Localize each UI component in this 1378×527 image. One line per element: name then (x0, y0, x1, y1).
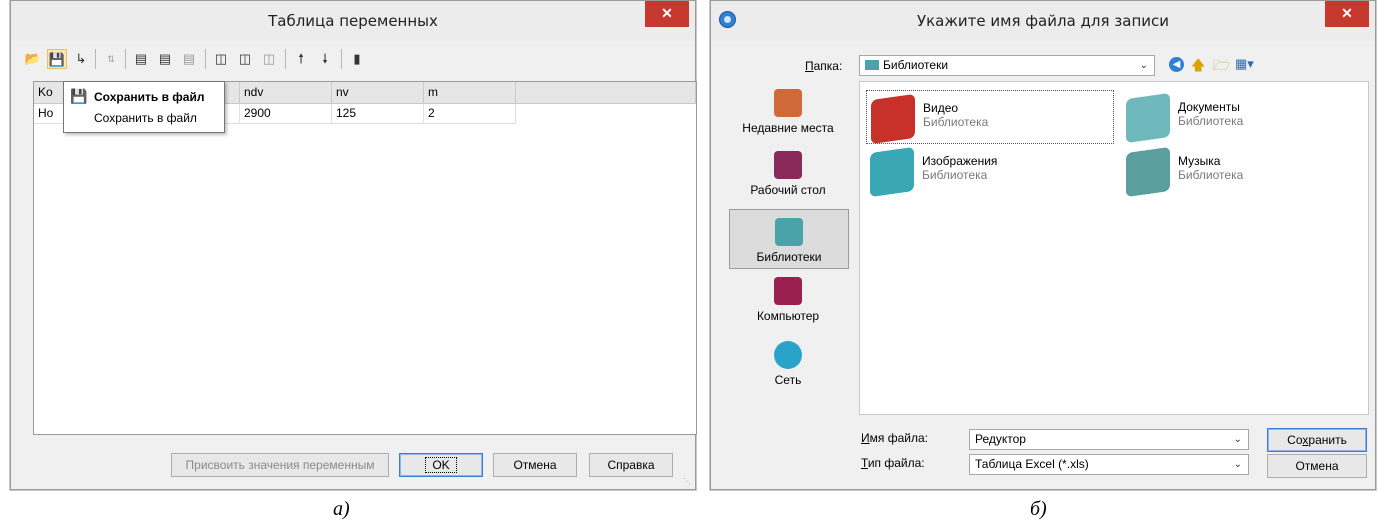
save-file-dialog: Укажите имя файла для записи ✕ Папка: Би… (710, 0, 1376, 490)
sort-icon[interactable]: ⇅ (101, 49, 121, 69)
libraries-icon (775, 218, 803, 246)
save-tooltip: 💾 Сохранить в файл Сохранить в файл (63, 81, 225, 133)
resize-grip[interactable]: ⋱ (683, 477, 691, 486)
column-header-empty (516, 82, 696, 104)
caption-b: б) (1030, 498, 1047, 520)
place-network[interactable]: Сеть (735, 341, 841, 397)
network-icon (774, 341, 802, 369)
computer-icon (774, 277, 802, 305)
assign-values-button[interactable]: Присвоить значения переменным (171, 453, 389, 477)
new-folder-icon[interactable]: 🗁 (1213, 55, 1230, 79)
window-title: Укажите имя файла для записи (916, 12, 1170, 30)
place-desktop[interactable]: Рабочий стол (735, 151, 841, 207)
add-row-icon[interactable]: ▤ (155, 49, 175, 69)
cancel-button[interactable]: Отмена (1267, 454, 1367, 478)
move-down-icon[interactable]: 🠗 (315, 49, 335, 69)
toolbar: 📂 💾 ↳ ⇅ ▤ ▤ ▤ ◫ ◫ ◫ 🠕 🠗 ▮ (19, 45, 687, 75)
list-item[interactable]: Видео Библиотека (866, 90, 1114, 145)
delete-row-icon[interactable]: ▤ (179, 49, 199, 69)
toolbar-separator (125, 49, 126, 69)
open-icon[interactable]: 📂 (23, 49, 43, 69)
export-icon[interactable]: ↳ (71, 49, 91, 69)
close-button[interactable]: ✕ (1325, 1, 1369, 27)
place-recent[interactable]: Недавние места (735, 89, 841, 145)
save-icon[interactable]: 💾 (47, 49, 67, 69)
table-cell-nv[interactable]: 125 (332, 104, 424, 124)
place-libraries[interactable]: Библиотеки (729, 209, 849, 269)
place-computer[interactable]: Компьютер (735, 277, 841, 333)
tooltip-text: Сохранить в файл (94, 111, 197, 125)
variables-grid: Ko ndv nv m Ho 2900 125 2 (33, 81, 697, 435)
column-header-ndv[interactable]: ndv (240, 82, 332, 104)
help-button[interactable]: Справка (589, 453, 673, 477)
back-icon[interactable]: ◀ (1169, 57, 1184, 72)
filetype-label: Тип файла: (861, 456, 925, 470)
insert-column-icon[interactable]: ◫ (211, 49, 231, 69)
toolbar-separator (205, 49, 206, 69)
delete-column-icon[interactable]: ◫ (259, 49, 279, 69)
up-folder-icon[interactable]: 🡅 (1191, 55, 1205, 79)
table-cell-m[interactable]: 2 (424, 104, 516, 124)
add-column-icon[interactable]: ◫ (235, 49, 255, 69)
move-up-icon[interactable]: 🠕 (291, 49, 311, 69)
chevron-down-icon: ⌄ (1233, 459, 1242, 470)
recent-places-icon (774, 89, 802, 117)
library-icon (865, 60, 879, 70)
chevron-down-icon: ⌄ (1139, 60, 1148, 71)
toolbar-separator (95, 49, 96, 69)
filename-field[interactable]: Редуктор ⌄ (969, 429, 1249, 450)
column-header-m[interactable]: m (424, 82, 516, 104)
music-library-icon (1126, 146, 1170, 198)
filename-label: Имя файла: (861, 431, 928, 445)
ok-button[interactable]: OK (399, 453, 483, 477)
list-item[interactable]: Документы Библиотека (1122, 90, 1352, 144)
pictures-library-icon (870, 146, 914, 198)
filetype-select[interactable]: Таблица Excel (*.xls) ⌄ (969, 454, 1249, 475)
chevron-down-icon: ⌄ (1233, 434, 1242, 445)
video-library-icon (871, 93, 915, 145)
table-cell-ndv[interactable]: 2900 (240, 104, 332, 124)
places-bar: Недавние места Рабочий стол Библиотеки К… (729, 81, 849, 417)
panel-icon[interactable]: ▮ (347, 49, 367, 69)
toolbar-separator (285, 49, 286, 69)
window-title: Таблица переменных (268, 12, 438, 30)
list-item[interactable]: Музыка Библиотека (1122, 144, 1352, 198)
tooltip-title: Сохранить в файл (94, 90, 205, 104)
list-item[interactable]: Изображения Библиотека (866, 144, 1112, 198)
desktop-icon (774, 151, 802, 179)
column-header-nv[interactable]: nv (332, 82, 424, 104)
view-menu-icon[interactable]: ▦▾ (1235, 56, 1254, 72)
ok-button-label: OK (425, 457, 457, 473)
cancel-button[interactable]: Отмена (493, 453, 577, 477)
folder-select[interactable]: Библиотеки ⌄ (859, 55, 1155, 76)
insert-row-icon[interactable]: ▤ (131, 49, 151, 69)
documents-library-icon (1126, 92, 1170, 144)
caption-a: а) (333, 498, 350, 520)
save-button[interactable]: Сохранить (1267, 428, 1367, 452)
save-icon: 💾 (70, 88, 88, 104)
title-bar: Укажите имя файла для записи ✕ (711, 1, 1375, 41)
toolbar-separator (341, 49, 342, 69)
file-list: Видео Библиотека Документы Библиотека Из… (859, 81, 1369, 415)
title-bar: Таблица переменных ✕ (11, 1, 695, 41)
variables-table-window: Таблица переменных ✕ 📂 💾 ↳ ⇅ ▤ ▤ ▤ ◫ ◫ ◫… (10, 0, 697, 490)
close-button[interactable]: ✕ (645, 1, 689, 27)
folder-label: Папка: (805, 59, 843, 73)
